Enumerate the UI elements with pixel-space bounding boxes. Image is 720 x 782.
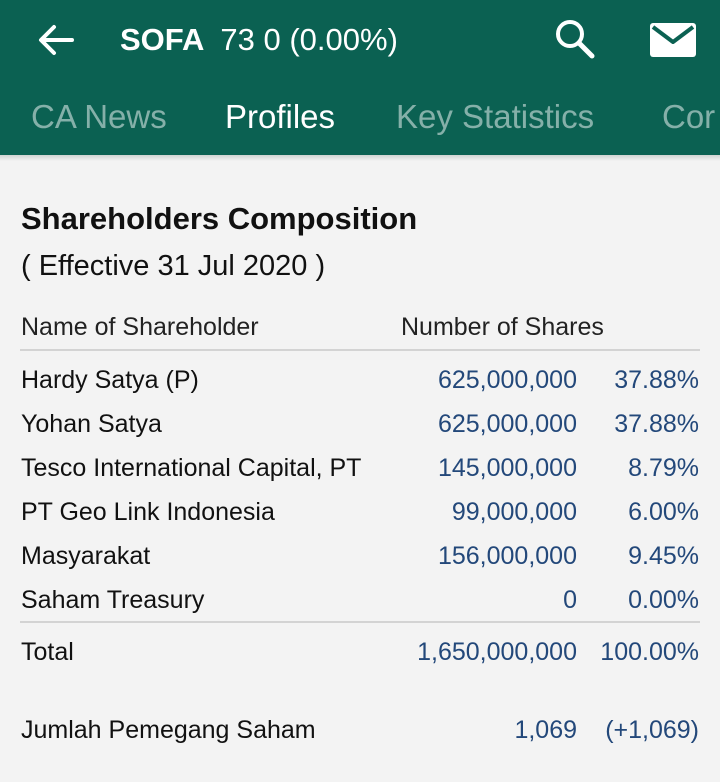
- stock-title: SOFA 73 0 (0.00%): [120, 18, 398, 62]
- shareholder-shares: 625,000,000: [437, 410, 577, 438]
- holders-row: Jumlah Pemegang Saham 1,069 (+1,069): [0, 710, 720, 750]
- tab-cor[interactable]: Cor: [662, 92, 715, 142]
- effective-date: ( Effective 31 Jul 2020 ): [21, 250, 326, 282]
- toolbar: SOFA 73 0 (0.00%): [0, 0, 720, 80]
- section-title: Shareholders Composition: [21, 201, 418, 236]
- shareholder-name: Tesco International Capital, PT: [21, 454, 362, 482]
- total-percent: 100.00%: [600, 638, 699, 666]
- shareholder-row: PT Geo Link Indonesia 99,000,000 6.00%: [0, 492, 720, 532]
- shareholder-percent: 9.45%: [628, 542, 699, 570]
- shareholder-percent: 37.88%: [614, 410, 699, 438]
- shareholder-row: Yohan Satya 625,000,000 37.88%: [0, 404, 720, 444]
- shareholder-name: Saham Treasury: [21, 586, 205, 614]
- shareholder-shares: 156,000,000: [437, 542, 577, 570]
- app-bar: SOFA 73 0 (0.00%) CA News Profiles Key St…: [0, 0, 720, 155]
- header-divider: [20, 349, 700, 351]
- ticker-symbol: SOFA: [120, 22, 205, 57]
- shareholder-row: Hardy Satya (P) 625,000,000 37.88%: [0, 360, 720, 400]
- column-header-name: Name of Shareholder: [21, 313, 259, 341]
- total-label: Total: [21, 638, 74, 666]
- holders-label: Jumlah Pemegang Saham: [21, 716, 316, 744]
- mail-icon: [650, 23, 696, 57]
- tab-ca-news[interactable]: CA News: [31, 92, 167, 142]
- holders-change: (+1,069): [605, 716, 699, 744]
- shareholder-percent: 0.00%: [628, 586, 699, 614]
- tab-bar: CA News Profiles Key Statistics Cor: [0, 86, 720, 150]
- shareholder-name: Yohan Satya: [21, 410, 162, 438]
- shareholder-percent: 8.79%: [628, 454, 699, 482]
- mail-button[interactable]: [648, 18, 698, 62]
- shareholder-name: Masyarakat: [21, 542, 151, 570]
- profile-content: Shareholders Composition ( Effective 31 …: [0, 161, 720, 782]
- shareholder-percent: 37.88%: [614, 366, 699, 394]
- search-icon: [556, 20, 595, 59]
- back-button[interactable]: [34, 18, 78, 62]
- shareholder-name: PT Geo Link Indonesia: [21, 498, 275, 526]
- shareholder-shares: 0: [563, 586, 577, 614]
- column-header-shares: Number of Shares: [401, 313, 604, 341]
- shareholder-shares: 145,000,000: [437, 454, 577, 482]
- shareholder-shares: 99,000,000: [451, 498, 577, 526]
- tab-profiles[interactable]: Profiles: [225, 92, 335, 142]
- search-button[interactable]: [552, 16, 598, 62]
- tab-key-statistics[interactable]: Key Statistics: [396, 92, 594, 142]
- shareholder-name: Hardy Satya (P): [21, 366, 199, 394]
- total-divider: [20, 621, 700, 623]
- shareholder-row: Tesco International Capital, PT 145,000,…: [0, 448, 720, 488]
- shareholder-row: Saham Treasury 0 0.00%: [0, 580, 720, 620]
- arrow-left-icon: [39, 25, 74, 55]
- stock-quote: 73 0 (0.00%): [220, 22, 398, 57]
- shareholder-row: Masyarakat 156,000,000 9.45%: [0, 536, 720, 576]
- shareholder-shares: 625,000,000: [437, 366, 577, 394]
- total-row: Total 1,650,000,000 100.00%: [0, 632, 720, 672]
- shareholder-percent: 6.00%: [628, 498, 699, 526]
- holders-count: 1,069: [514, 716, 577, 744]
- total-shares: 1,650,000,000: [417, 638, 577, 666]
